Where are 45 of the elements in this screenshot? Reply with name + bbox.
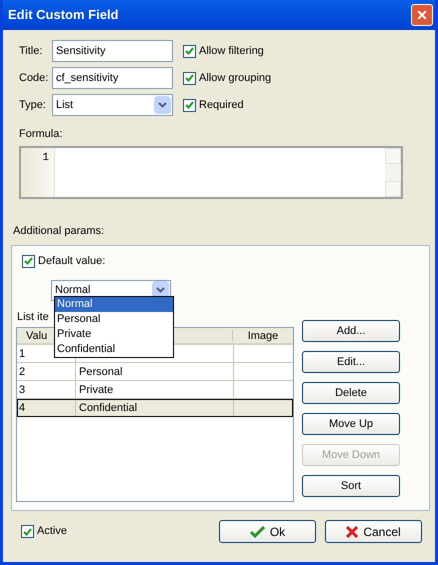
checkbox-label: Allow filtering bbox=[199, 44, 264, 59]
type-dropdown[interactable]: List bbox=[52, 94, 173, 116]
dialog-button[interactable]: Cancel bbox=[325, 520, 422, 543]
table-row[interactable]: 4 Confidential bbox=[17, 399, 293, 417]
close-button[interactable]: × bbox=[411, 4, 433, 26]
checkbox-label: Allow grouping bbox=[199, 70, 272, 86]
dialog-button[interactable]: Ok bbox=[219, 520, 316, 543]
action-button[interactable]: Delete bbox=[302, 382, 400, 404]
action-button[interactable]: Sort bbox=[302, 475, 400, 497]
window-title: Edit Custom Field bbox=[8, 6, 118, 24]
table-row[interactable]: 2 Personal bbox=[17, 363, 293, 381]
list-items-label: List ite bbox=[17, 310, 49, 324]
action-button[interactable]: Add... bbox=[302, 320, 400, 342]
checkbox[interactable] bbox=[183, 44, 196, 58]
formula-label: Formula: bbox=[19, 127, 64, 142]
table-cell: 4 bbox=[17, 399, 76, 416]
dropdown-option[interactable]: Private bbox=[55, 327, 173, 342]
table-cell: Confidential bbox=[76, 399, 234, 416]
checkbox[interactable] bbox=[21, 525, 34, 538]
table-cell: 2 bbox=[17, 363, 76, 380]
scrollbar[interactable] bbox=[385, 148, 401, 196]
cross-icon bbox=[346, 526, 358, 538]
text-field[interactable]: Sensitivity bbox=[52, 40, 173, 62]
checkbox[interactable] bbox=[183, 98, 196, 112]
action-button[interactable]: Edit... bbox=[302, 351, 400, 373]
table-cell: Private bbox=[76, 381, 234, 398]
checkbox-label: Default value: bbox=[38, 254, 106, 269]
checkbox[interactable] bbox=[22, 254, 35, 268]
table-cell: 3 bbox=[17, 381, 76, 398]
checkmark-icon bbox=[250, 526, 265, 538]
dropdown-option[interactable]: Normal bbox=[55, 297, 173, 312]
checkbox-label: Required bbox=[199, 98, 244, 113]
action-button[interactable]: Move Up bbox=[302, 413, 400, 435]
column-header[interactable]: Image bbox=[233, 328, 293, 343]
checkbox[interactable] bbox=[183, 72, 196, 84]
field-label: Type: bbox=[19, 98, 47, 113]
text-field[interactable]: cf_sensitivity bbox=[52, 67, 173, 89]
field-label: Title: bbox=[19, 44, 44, 59]
checkbox-label: Active bbox=[37, 524, 67, 540]
table-cell: Personal bbox=[76, 363, 234, 380]
formula-editor[interactable]: 1 bbox=[19, 146, 403, 198]
section-label: Additional params: bbox=[13, 224, 106, 238]
dropdown-option[interactable]: Personal bbox=[55, 312, 173, 327]
line-number: 1 bbox=[41, 150, 49, 166]
field-label: Code: bbox=[19, 70, 50, 86]
